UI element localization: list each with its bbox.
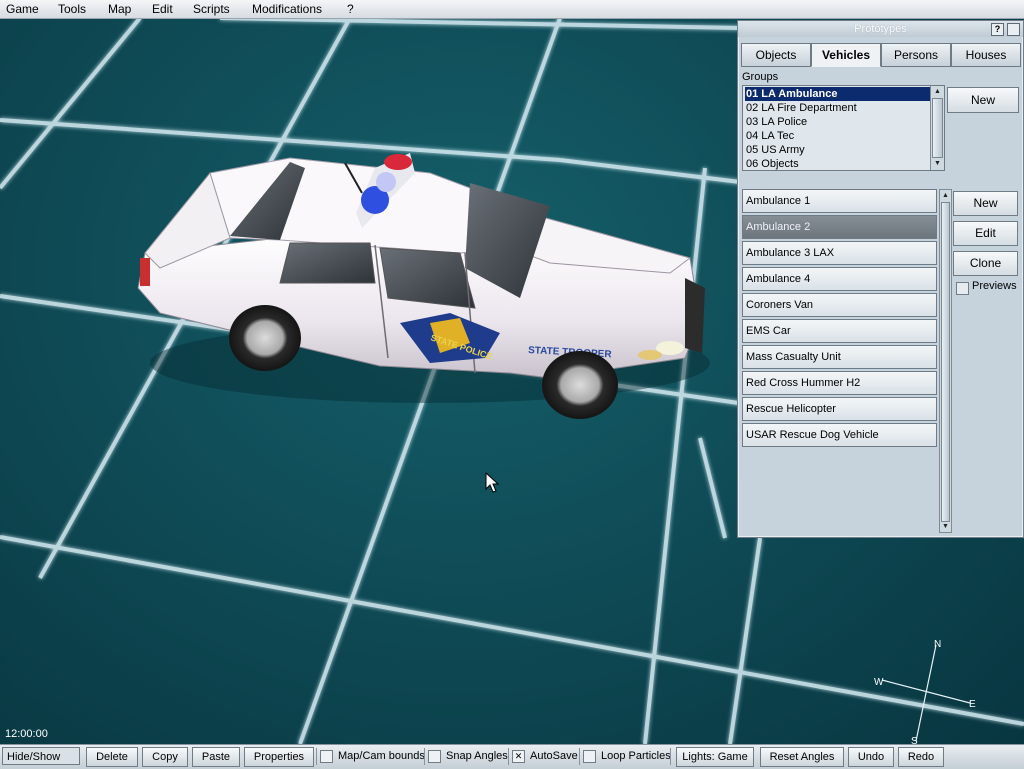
front-wheel: [542, 351, 618, 419]
autosave-toggle[interactable]: ✕ AutoSave: [512, 748, 578, 764]
prototype-item[interactable]: EMS Car: [742, 319, 937, 343]
prototype-item[interactable]: USAR Rescue Dog Vehicle: [742, 423, 937, 447]
toolbar-separator: [316, 748, 317, 765]
tab-vehicles[interactable]: Vehicles: [811, 43, 881, 67]
prototype-item[interactable]: Red Cross Hummer H2: [742, 371, 937, 395]
previews-checkbox[interactable]: [956, 282, 969, 295]
police-car-model[interactable]: STATE POLICE STATE TROOPER: [130, 148, 720, 428]
check-icon[interactable]: ✕: [512, 749, 525, 763]
previews-label: Previews: [972, 280, 1017, 292]
loop-particles-toggle[interactable]: Loop Particles: [583, 748, 671, 764]
tab-houses[interactable]: Houses: [951, 43, 1021, 67]
game-clock: 12:00:00: [5, 728, 48, 740]
reset-angles-button[interactable]: Reset Angles: [760, 747, 844, 767]
properties-button[interactable]: Properties: [244, 747, 314, 767]
scroll-thumb[interactable]: [941, 202, 950, 522]
delete-button[interactable]: Delete: [86, 747, 138, 767]
compass: N E S W: [874, 639, 976, 744]
snap-angles-toggle[interactable]: Snap Angles: [428, 748, 508, 764]
scroll-thumb[interactable]: [932, 98, 943, 158]
paste-button[interactable]: Paste: [192, 747, 240, 767]
checkbox-icon[interactable]: [320, 749, 333, 763]
toolbar-separator: [424, 748, 425, 765]
checkbox-icon[interactable]: [428, 749, 441, 763]
compass-n: N: [934, 639, 941, 650]
mouse-pointer-icon: [485, 472, 499, 493]
menu-edit[interactable]: Edit: [152, 2, 173, 16]
prototype-item[interactable]: Mass Casualty Unit: [742, 345, 937, 369]
lights-button[interactable]: Lights: Game: [676, 747, 754, 767]
autosave-label: AutoSave: [530, 750, 578, 762]
menu-game[interactable]: Game: [6, 2, 39, 16]
scroll-up-icon[interactable]: ▲: [940, 190, 951, 201]
panel-close-button[interactable]: [1007, 23, 1020, 36]
menu-bar: Game Tools Map Edit Scripts Modification…: [0, 0, 1024, 19]
groups-label: Groups: [742, 71, 779, 83]
prototype-item[interactable]: Rescue Helicopter: [742, 397, 937, 421]
prototype-item[interactable]: Ambulance 4: [742, 267, 937, 291]
rear-wheel: [229, 305, 301, 371]
compass-w: W: [874, 677, 884, 688]
compass-e: E: [969, 699, 976, 710]
checkbox-icon[interactable]: [583, 749, 596, 763]
group-item[interactable]: 01 LA Ambulance: [745, 87, 930, 101]
compass-s: S: [911, 736, 918, 744]
panel-title[interactable]: Prototypes: [738, 21, 1023, 37]
group-item[interactable]: 03 LA Police: [743, 115, 944, 129]
snap-angles-label: Snap Angles: [446, 750, 508, 762]
prototype-item[interactable]: Ambulance 2: [742, 215, 937, 239]
scroll-down-icon[interactable]: ▼: [931, 158, 944, 169]
tab-objects[interactable]: Objects: [741, 43, 811, 67]
toolbar-separator: [508, 748, 509, 765]
menu-tools[interactable]: Tools: [58, 2, 86, 16]
menu-modifications[interactable]: Modifications: [252, 2, 322, 16]
group-item[interactable]: 06 Objects: [743, 157, 944, 170]
prototype-scrollbar[interactable]: ▲ ▼: [939, 189, 952, 533]
prototype-item[interactable]: Ambulance 1: [742, 189, 937, 213]
map-cam-bounds-label: Map/Cam bounds: [338, 750, 425, 762]
redo-button[interactable]: Redo: [898, 747, 944, 767]
group-item[interactable]: 02 LA Fire Department: [743, 101, 944, 115]
prototype-clone-button[interactable]: Clone: [953, 251, 1018, 276]
tab-persons[interactable]: Persons: [881, 43, 951, 67]
group-item[interactable]: 04 LA Tec: [743, 129, 944, 143]
menu-help[interactable]: ?: [347, 2, 354, 16]
menu-map[interactable]: Map: [108, 2, 131, 16]
toolbar-separator: [670, 748, 671, 765]
map-cam-bounds-toggle[interactable]: Map/Cam bounds: [320, 748, 425, 764]
undo-button[interactable]: Undo: [848, 747, 894, 767]
prototype-item[interactable]: Coroners Van: [742, 293, 937, 317]
loop-particles-label: Loop Particles: [601, 750, 671, 762]
scroll-up-icon[interactable]: ▲: [931, 86, 944, 97]
prototypes-panel: Prototypes ? Objects Vehicles Persons Ho…: [737, 20, 1024, 538]
groups-list[interactable]: 01 LA Ambulance 02 LA Fire Department 03…: [742, 85, 945, 171]
group-item[interactable]: 05 US Army: [743, 143, 944, 157]
prototype-new-button[interactable]: New: [953, 191, 1018, 216]
scroll-down-icon[interactable]: ▼: [940, 521, 951, 532]
group-new-button[interactable]: New: [947, 87, 1019, 113]
hide-show-button[interactable]: Hide/Show: [2, 747, 80, 765]
toolbar-separator: [579, 748, 580, 765]
copy-button[interactable]: Copy: [142, 747, 188, 767]
groups-scrollbar[interactable]: ▲ ▼: [930, 86, 944, 170]
prototype-item[interactable]: Ambulance 3 LAX: [742, 241, 937, 265]
prototype-edit-button[interactable]: Edit: [953, 221, 1018, 246]
menu-scripts[interactable]: Scripts: [193, 2, 230, 16]
panel-help-button[interactable]: ?: [991, 23, 1004, 36]
bottom-toolbar: Hide/Show Delete Copy Paste Properties M…: [0, 744, 1024, 769]
